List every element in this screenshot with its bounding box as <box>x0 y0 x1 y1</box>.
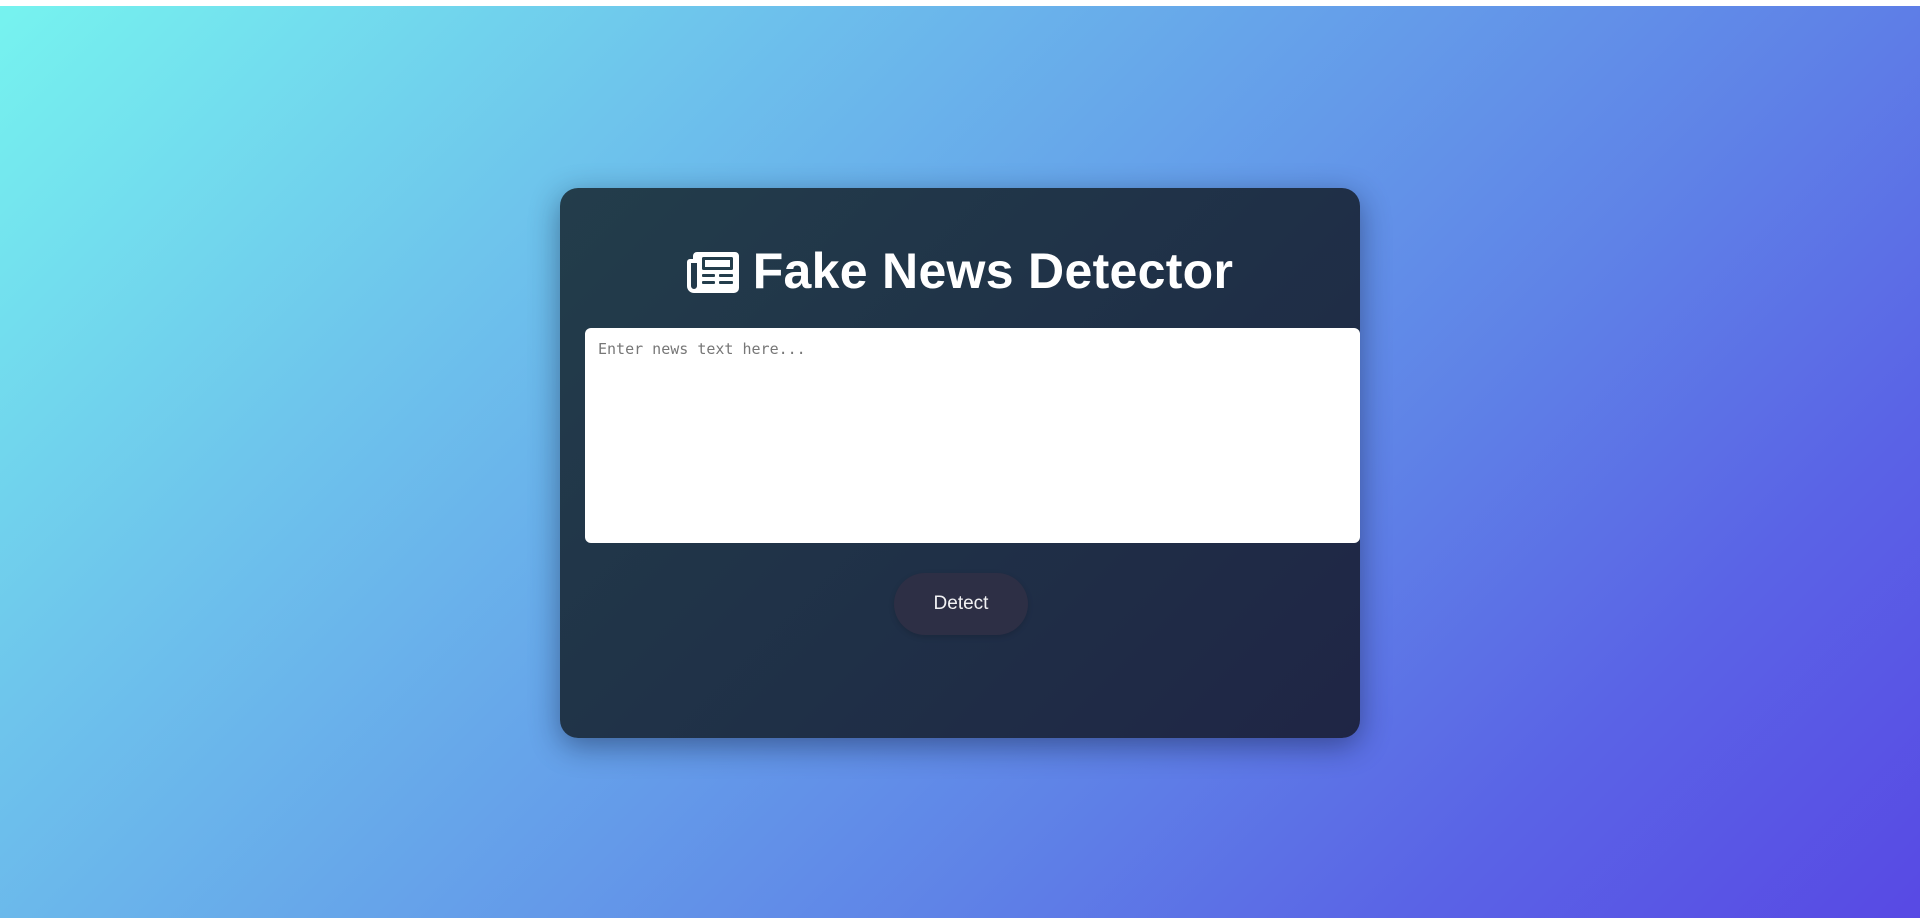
detect-button[interactable]: Detect <box>894 573 1028 635</box>
newspaper-icon <box>686 248 739 294</box>
page-title: Fake News Detector <box>752 243 1234 299</box>
detector-card: Fake News Detector Detect <box>560 188 1360 738</box>
news-text-input[interactable] <box>585 328 1360 543</box>
page-header: Fake News Detector <box>560 246 1360 296</box>
